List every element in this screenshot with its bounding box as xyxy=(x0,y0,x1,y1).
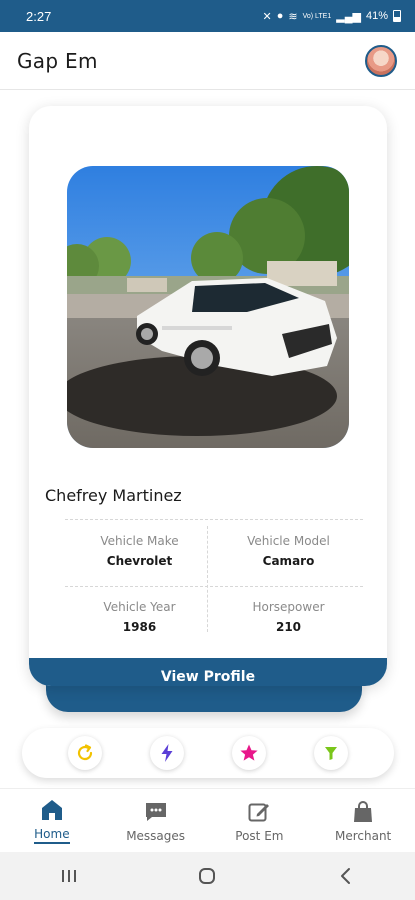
back-button[interactable] xyxy=(326,856,366,896)
shopping-bag-icon xyxy=(354,800,373,822)
filter-icon xyxy=(325,747,337,760)
location-icon: ● xyxy=(276,10,284,22)
refresh-icon xyxy=(77,744,93,761)
refresh-button[interactable] xyxy=(68,736,102,770)
vehicle-specs: Vehicle Make Chevrolet Vehicle Model Cam… xyxy=(65,519,363,636)
view-profile-button[interactable]: View Profile xyxy=(29,658,387,686)
edit-icon xyxy=(248,803,270,821)
network-label: Vo) LTE1 xyxy=(302,12,332,20)
bottom-nav: Home Messages Post Em Merchant xyxy=(0,788,415,853)
owner-name: Chefrey Martinez xyxy=(45,486,182,505)
wifi-icon: ≋ xyxy=(288,10,298,23)
spec-vehicle-model: Vehicle Model Camaro xyxy=(214,520,363,578)
recents-button[interactable] xyxy=(49,856,89,896)
status-time: 2:27 xyxy=(26,8,52,24)
nav-item-messages[interactable]: Messages xyxy=(104,789,208,853)
nav-label: Merchant xyxy=(334,828,392,843)
app-title: Gap Em xyxy=(17,48,98,73)
messages-icon xyxy=(145,802,166,821)
nav-label: Post Em xyxy=(235,828,284,843)
status-bar: 2:27 ✕ ● ≋ Vo) LTE1 ▂▄▆ 41% xyxy=(0,0,415,32)
vehicle-card[interactable]: Chefrey Martinez Vehicle Make Chevrolet … xyxy=(29,106,387,686)
spec-label: Horsepower xyxy=(252,600,325,614)
battery-percent: 41% xyxy=(365,10,388,22)
recents-icon xyxy=(62,870,77,882)
spec-horsepower: Horsepower 210 xyxy=(214,586,363,644)
nav-label: Home xyxy=(34,827,70,844)
nav-item-merchant[interactable]: Merchant xyxy=(311,789,415,853)
nav-item-post-em[interactable]: Post Em xyxy=(208,789,312,853)
spec-vehicle-year: Vehicle Year 1986 xyxy=(65,586,214,644)
spec-value: Chevrolet xyxy=(106,554,173,568)
status-icons: ✕ ● ≋ Vo) LTE1 ▂▄▆ 41% xyxy=(262,10,401,23)
spec-value: Camaro xyxy=(262,554,315,568)
home-icon xyxy=(41,800,62,820)
battery-icon xyxy=(393,10,401,22)
signal-icon: ▂▄▆ xyxy=(336,10,361,23)
action-bar xyxy=(22,728,394,778)
vehicle-photo xyxy=(67,166,349,448)
boost-button[interactable] xyxy=(150,736,184,770)
nav-label: Messages xyxy=(126,828,186,843)
star-icon xyxy=(240,744,258,761)
spec-vehicle-make: Vehicle Make Chevrolet xyxy=(65,520,214,578)
system-nav-bar xyxy=(0,852,415,900)
spec-label: Vehicle Model xyxy=(247,534,330,548)
back-icon xyxy=(340,868,350,884)
nav-item-home[interactable]: Home xyxy=(0,789,104,853)
home-circle-icon xyxy=(199,868,216,884)
spec-value: 210 xyxy=(275,620,302,634)
spec-label: Vehicle Make xyxy=(100,534,179,548)
lightning-icon xyxy=(161,744,173,762)
filter-button[interactable] xyxy=(314,736,348,770)
mute-icon: ✕ xyxy=(262,10,272,23)
spec-value: 1986 xyxy=(122,620,157,634)
avatar[interactable] xyxy=(365,44,397,77)
home-system-button[interactable] xyxy=(187,856,227,896)
favorite-button[interactable] xyxy=(232,736,266,770)
app-bar: Gap Em xyxy=(0,32,415,90)
spec-label: Vehicle Year xyxy=(103,600,176,614)
